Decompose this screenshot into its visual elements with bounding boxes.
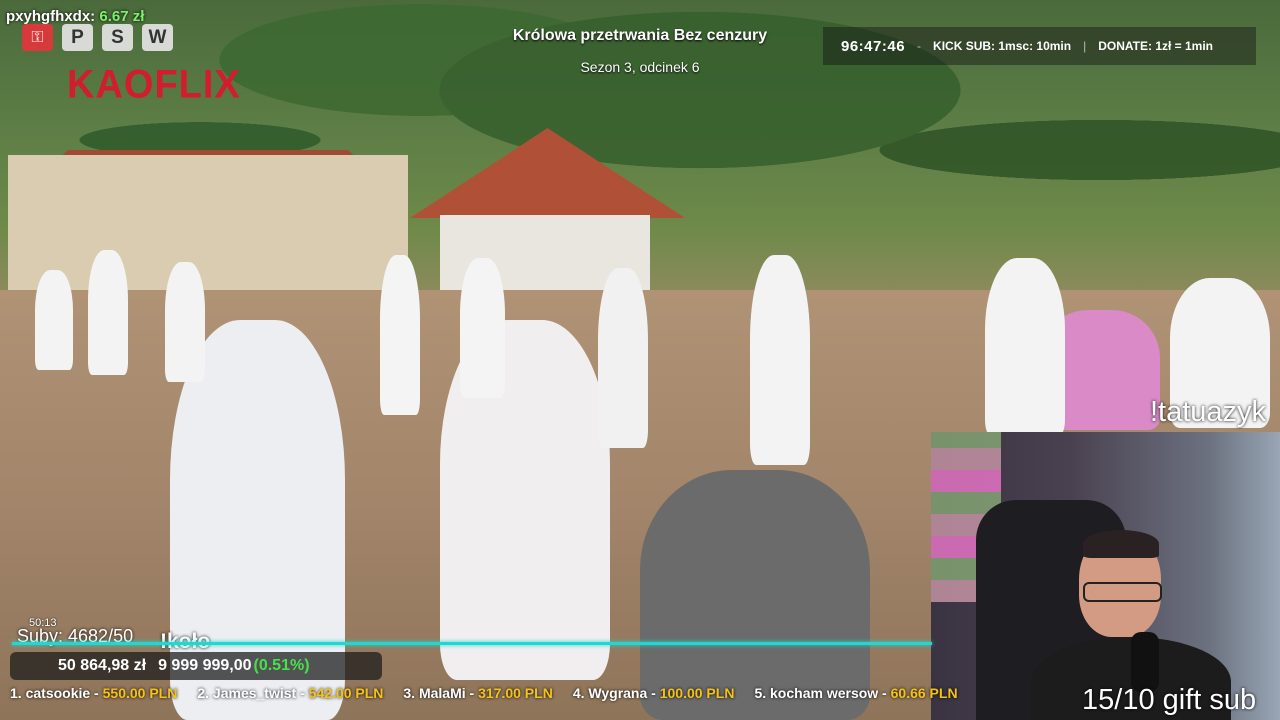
leaderboard-name: James_twist (212, 685, 297, 701)
chat-command-tatuazyk: !tatuazyk (1150, 396, 1267, 428)
leaderboard-entry: 2. James_twist - 542.00 PLN (197, 685, 383, 701)
show-title: Królowa przetrwania Bez cenzury (512, 27, 768, 44)
student (598, 268, 648, 448)
leaderboard-rank: 5. (754, 685, 767, 701)
school-building (8, 155, 408, 295)
leaderboard-dash: - (90, 685, 103, 701)
leaderboard-dash: - (878, 685, 891, 701)
leaderboard-name: MalaMi (418, 685, 466, 701)
donor-username: pxyhgfhxdx: 6.67 zł (6, 8, 144, 25)
student (460, 258, 505, 398)
donor-leaderboard: 1. catsookie - 550.00 PLN 2. James_twist … (0, 682, 1060, 704)
kick-sub-info: KICK SUB: 1msc: 10min (933, 39, 1072, 53)
sub-progress-bar (12, 642, 932, 645)
microphone (1131, 632, 1159, 692)
leaderboard-entry: 3. MalaMi - 317.00 PLN (403, 685, 552, 701)
s-letter-icon: S (102, 24, 133, 51)
donor-amount: 6.67 zł (99, 8, 145, 25)
goal-target: 9 999 999,00 (158, 657, 252, 674)
gift-sub-counter: 15/10 gift sub (1082, 684, 1257, 716)
separator: | (1083, 39, 1087, 53)
p-letter-icon: P (62, 24, 93, 51)
leaderboard-entry: 1. catsookie - 550.00 PLN (10, 685, 177, 701)
donation-goal: 50 864,98 zł 9 999 999,00 (0.51%) (10, 652, 382, 680)
leaderboard-dash: - (296, 685, 309, 701)
sub-progress-fill (12, 642, 932, 645)
w-letter-icon: W (142, 24, 173, 51)
leaderboard-value: 60.66 PLN (890, 685, 958, 701)
student (985, 258, 1065, 438)
leaderboard-rank: 2. (197, 685, 210, 701)
leaderboard-dash: - (647, 685, 660, 701)
student (380, 255, 420, 415)
webcam-feed (931, 432, 1280, 720)
student (750, 255, 810, 465)
leaderboard-name: Wygrana (588, 685, 648, 701)
goal-current: 50 864,98 zł (58, 657, 147, 674)
goal-percent: (0.51%) (253, 657, 310, 674)
glasses (1083, 582, 1162, 602)
leaderboard-entry: 5. kocham wersow - 60.66 PLN (754, 685, 957, 701)
leaderboard-entry: 4. Wygrana - 100.00 PLN (573, 685, 735, 701)
student (35, 270, 73, 370)
key-icon: ⚿ (22, 24, 53, 51)
donate-info: DONATE: 1zł = 1min (1098, 39, 1214, 53)
overlay-icons: ⚿ P S W (22, 24, 173, 51)
student (165, 262, 205, 382)
leaderboard-value: 542.00 PLN (308, 685, 384, 701)
student (88, 250, 128, 375)
separator: - (917, 39, 922, 53)
subathon-info-bar: 96:47:46 - KICK SUB: 1msc: 10min | DONAT… (823, 27, 1256, 65)
leaderboard-rank: 1. (10, 685, 22, 701)
donor-name: pxyhgfhxdx: (6, 8, 96, 25)
leaderboard-value: 550.00 PLN (102, 685, 178, 701)
episode-subtitle: Sezon 3, odcinek 6 (580, 59, 700, 75)
leaderboard-name: kocham wersow (770, 685, 879, 701)
leaderboard-rank: 4. (572, 685, 585, 701)
leaderboard-value: 317.00 PLN (478, 685, 553, 701)
leaderboard-rank: 3. (403, 685, 416, 701)
leaderboard-dash: - (465, 685, 479, 701)
leaderboard-name: catsookie (25, 685, 91, 701)
leaderboard-value: 100.00 PLN (659, 685, 735, 701)
kaoflix-logo: KAOFLIX (67, 62, 241, 108)
subathon-timer: 96:47:46 (841, 37, 906, 55)
streamer-hair (1083, 530, 1159, 558)
